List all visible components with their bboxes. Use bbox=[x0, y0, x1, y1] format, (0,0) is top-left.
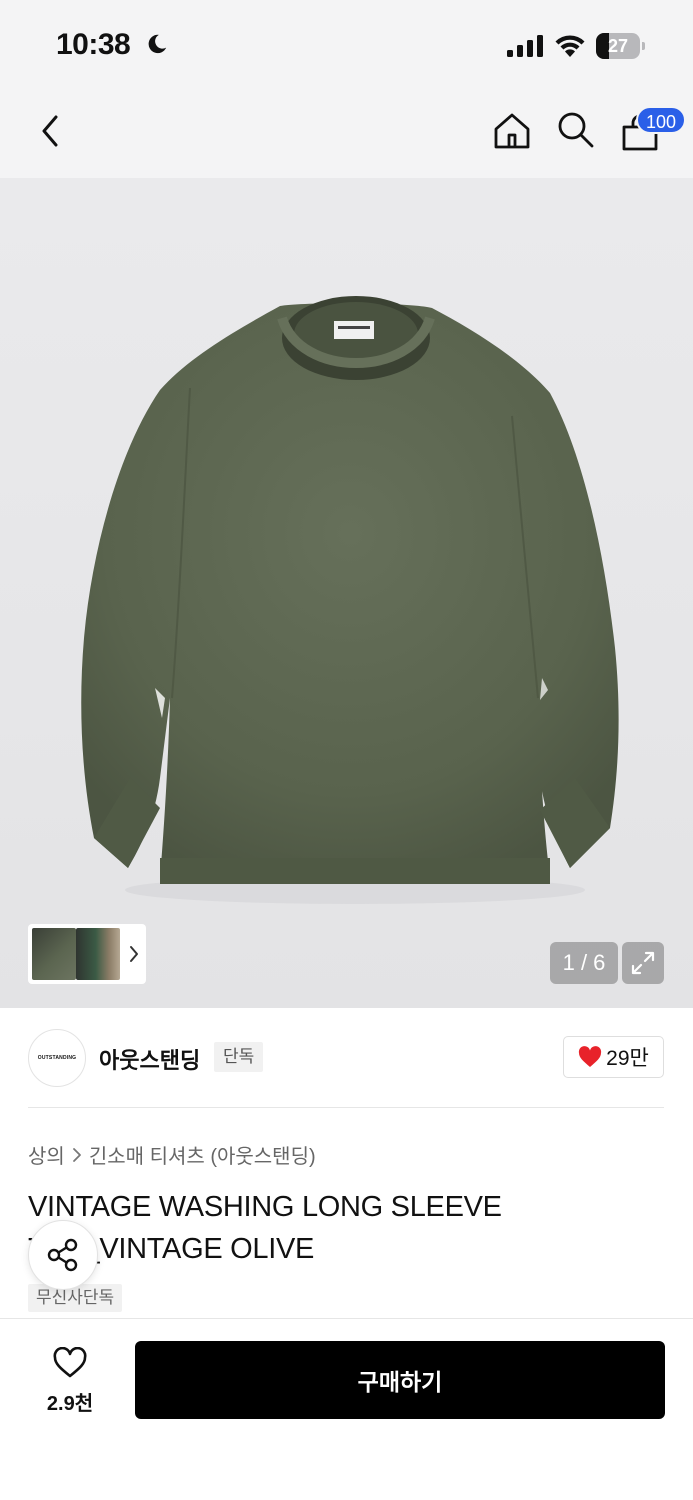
breadcrumb-subcategory[interactable]: 긴소매 티셔츠 (아웃스탠딩) bbox=[89, 1140, 316, 1169]
brand-like-count: 29만 bbox=[606, 1047, 649, 1070]
status-bar: 10:38 27 bbox=[0, 0, 693, 92]
bottom-action-bar: 2.9천 구매하기 bbox=[0, 1318, 693, 1500]
battery-icon: 27 bbox=[596, 33, 646, 59]
product-image[interactable]: 1 / 6 bbox=[0, 178, 693, 1008]
brand-exclusive-badge: 단독 bbox=[214, 1042, 264, 1072]
chevron-right-icon bbox=[72, 1147, 81, 1162]
expand-icon bbox=[631, 951, 655, 975]
breadcrumb-category[interactable]: 상의 bbox=[28, 1140, 65, 1169]
heart-filled-icon bbox=[579, 1046, 602, 1067]
brand-logo[interactable]: OUTSTANDING bbox=[28, 1029, 86, 1087]
moon-icon bbox=[148, 34, 167, 54]
thumbnail-image[interactable] bbox=[32, 928, 76, 980]
home-icon bbox=[494, 113, 530, 149]
wishlist-button[interactable]: 2.9천 bbox=[30, 1343, 110, 1423]
share-icon bbox=[47, 1238, 78, 1272]
share-button[interactable] bbox=[28, 1220, 98, 1290]
heart-outline-icon bbox=[53, 1347, 87, 1378]
nav-bar: 100 bbox=[0, 92, 693, 178]
buy-button[interactable]: 구매하기 bbox=[135, 1341, 665, 1419]
breadcrumb: 상의 긴소매 티셔츠 (아웃스탠딩) bbox=[28, 1140, 316, 1169]
brand-logo-text: OUTSTANDING bbox=[37, 1055, 77, 1061]
back-button[interactable] bbox=[28, 109, 72, 153]
chevron-left-icon bbox=[42, 115, 58, 147]
expand-button[interactable] bbox=[622, 942, 664, 984]
product-title: VINTAGE WASHING LONG SLEEVE TEE_VINTAGE … bbox=[28, 1191, 502, 1265]
thumbnail-strip[interactable] bbox=[28, 924, 146, 984]
home-button[interactable] bbox=[490, 109, 534, 153]
exclusive-badge: 무신사단독 bbox=[28, 1284, 123, 1312]
chevron-right-icon bbox=[130, 946, 138, 962]
page-indicator: 1 / 6 bbox=[550, 942, 618, 984]
search-button[interactable] bbox=[553, 107, 597, 151]
divider bbox=[28, 1107, 664, 1108]
wifi-icon bbox=[555, 35, 585, 57]
battery-level: 27 bbox=[607, 36, 629, 56]
cart-count-badge: 100 bbox=[636, 106, 687, 134]
brand-like-button[interactable]: 29만 bbox=[563, 1036, 664, 1078]
search-icon bbox=[558, 112, 594, 148]
wishlist-count: 2.9천 bbox=[46, 1393, 94, 1415]
brand-name[interactable]: 아웃스탠딩 bbox=[99, 1043, 200, 1075]
signal-icon bbox=[507, 35, 543, 57]
product-photo bbox=[81, 296, 619, 904]
status-time: 10:38 bbox=[56, 28, 131, 61]
thumbnail-image[interactable] bbox=[76, 928, 120, 980]
